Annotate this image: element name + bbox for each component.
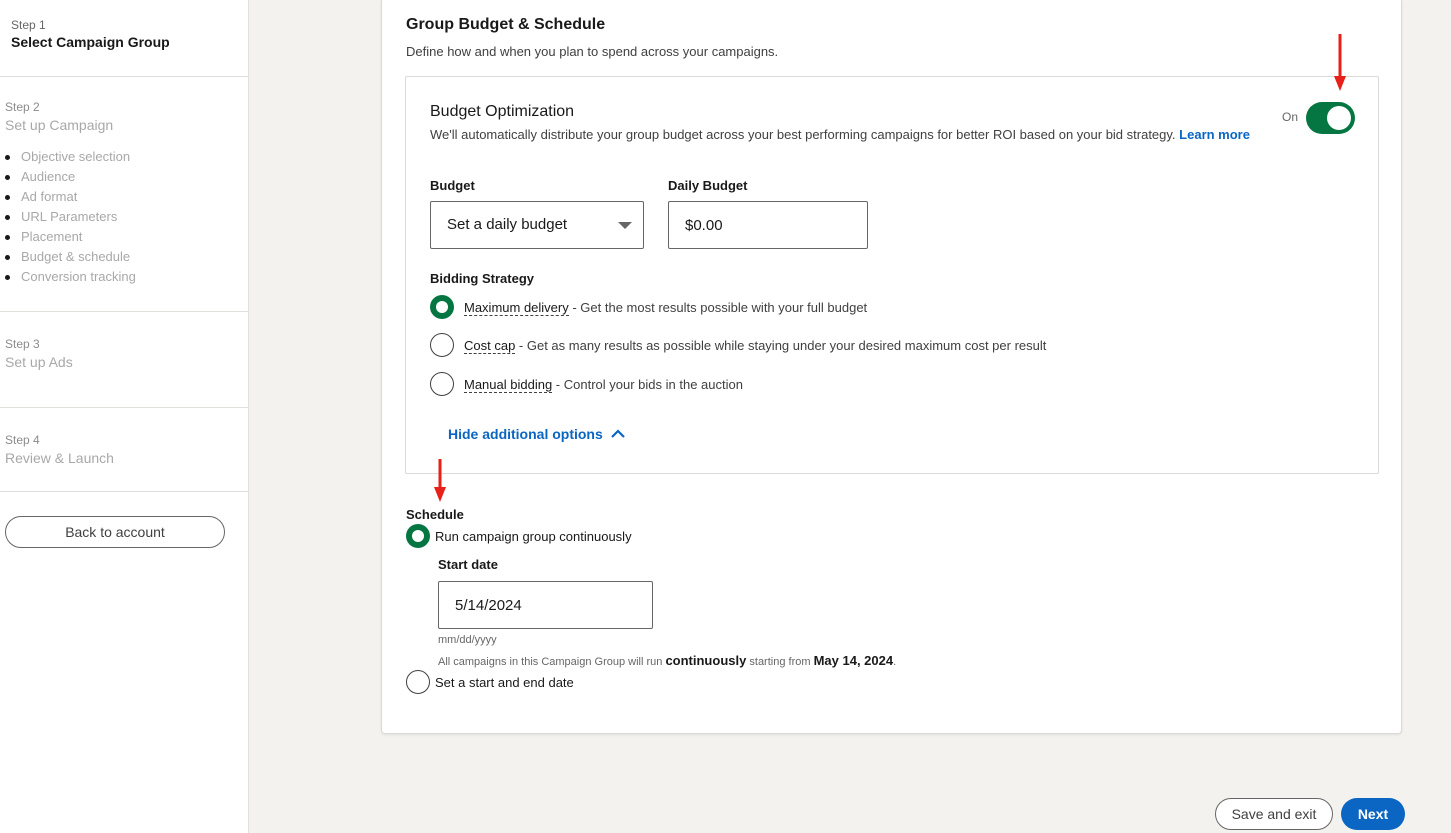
start-date-input[interactable] xyxy=(438,581,653,629)
bidding-option-text: Cost cap - Get as many results as possib… xyxy=(464,337,1047,354)
section-description: Define how and when you plan to spend ac… xyxy=(406,44,779,59)
hide-options-label: Hide additional options xyxy=(448,426,603,442)
sidebar: Step 1 Select Campaign Group Step 2 Set … xyxy=(0,0,249,833)
bidding-option-desc: - Get the most results possible with you… xyxy=(568,299,868,315)
info-prefix: All campaigns in this Campaign Group wil… xyxy=(438,656,666,668)
substep-url-parameters: URL Parameters xyxy=(5,207,248,227)
substep-conversion-tracking: Conversion tracking xyxy=(5,267,248,287)
learn-more-link[interactable]: Learn more xyxy=(1179,127,1250,142)
sidebar-step-2: Step 2 Set up Campaign Objective selecti… xyxy=(0,77,248,312)
step-title: Select Campaign Group xyxy=(11,34,170,50)
back-to-account-button[interactable]: Back to account xyxy=(5,516,225,548)
sidebar-step-4: Step 4 Review & Launch xyxy=(0,408,248,492)
bidding-option-cost-cap[interactable]: Cost cap - Get as many results as possib… xyxy=(430,333,1046,357)
sidebar-step-3: Step 3 Set up Ads xyxy=(0,312,248,408)
caret-down-icon xyxy=(618,222,632,229)
bidding-option-name: Manual bidding xyxy=(464,376,553,393)
chevron-up-icon xyxy=(611,429,625,438)
bidding-option-desc: - Get as many results as possible while … xyxy=(515,337,1047,353)
substep-audience: Audience xyxy=(5,167,248,187)
red-arrow-annotation-icon xyxy=(1334,34,1346,91)
step-number: Step 1 xyxy=(11,18,46,32)
info-mid: starting from xyxy=(746,656,814,668)
schedule-option-label: Run campaign group continuously xyxy=(435,528,632,544)
substep-placement: Placement xyxy=(5,227,248,247)
hide-additional-options-link[interactable]: Hide additional options xyxy=(448,426,625,442)
schedule-label: Schedule xyxy=(406,507,464,522)
substep-objective-selection: Objective selection xyxy=(5,147,248,167)
budget-label: Budget xyxy=(430,178,475,193)
radio-button[interactable] xyxy=(430,333,454,357)
daily-budget-label: Daily Budget xyxy=(668,178,748,193)
step-number: Step 3 xyxy=(5,337,40,351)
red-arrow-annotation-icon xyxy=(434,459,446,502)
toggle-knob xyxy=(1327,106,1351,130)
date-format-hint: mm/dd/yyyy xyxy=(438,634,497,646)
budget-optimization-title: Budget Optimization xyxy=(430,103,575,120)
substep-ad-format: Ad format xyxy=(5,187,248,207)
info-continuously: continuously xyxy=(665,653,747,668)
schedule-option-label: Set a start and end date xyxy=(435,674,574,690)
radio-button-checked[interactable] xyxy=(430,295,454,319)
step-number: Step 2 xyxy=(5,100,40,114)
step-number: Step 4 xyxy=(5,433,40,447)
budget-schedule-card: Group Budget & Schedule Define how and w… xyxy=(381,0,1402,734)
budget-optimization-toggle[interactable] xyxy=(1306,102,1355,134)
radio-button-checked[interactable] xyxy=(406,524,430,548)
daily-budget-input[interactable] xyxy=(668,201,868,249)
next-button[interactable]: Next xyxy=(1341,798,1405,830)
save-and-exit-button[interactable]: Save and exit xyxy=(1215,798,1333,830)
budget-type-select[interactable]: Set a daily budget xyxy=(430,201,644,249)
sidebar-step-1[interactable]: Step 1 Select Campaign Group xyxy=(0,0,248,77)
info-suffix: . xyxy=(893,656,897,668)
schedule-option-continuous[interactable]: Run campaign group continuously xyxy=(406,524,632,548)
bidding-strategy-label: Bidding Strategy xyxy=(430,271,535,286)
bidding-option-name: Cost cap xyxy=(464,337,516,354)
budget-optimization-description: We'll automatically distribute your grou… xyxy=(430,126,1286,144)
bidding-option-manual-bidding[interactable]: Manual bidding - Control your bids in th… xyxy=(430,372,743,396)
info-date: May 14, 2024 xyxy=(813,653,894,668)
schedule-option-start-end[interactable]: Set a start and end date xyxy=(406,670,574,694)
optimization-description-text: We'll automatically distribute your grou… xyxy=(430,127,1176,142)
schedule-info-text: All campaigns in this Campaign Group wil… xyxy=(438,653,896,668)
radio-button[interactable] xyxy=(430,372,454,396)
bidding-option-text: Maximum delivery - Get the most results … xyxy=(464,299,868,316)
substep-list: Objective selection Audience Ad format U… xyxy=(5,147,248,287)
budget-optimization-panel: Budget Optimization We'll automatically … xyxy=(405,76,1379,474)
step-title: Set up Ads xyxy=(5,354,73,370)
step-title: Review & Launch xyxy=(5,450,114,466)
toggle-state-label: On xyxy=(1282,110,1299,124)
budget-type-selected: Set a daily budget xyxy=(447,216,568,233)
bidding-option-name: Maximum delivery xyxy=(464,299,569,316)
section-title: Group Budget & Schedule xyxy=(406,16,606,33)
step-title: Set up Campaign xyxy=(5,117,114,133)
start-date-label: Start date xyxy=(438,557,498,572)
bidding-option-desc: - Control your bids in the auction xyxy=(552,376,743,392)
substep-budget-schedule: Budget & schedule xyxy=(5,247,248,267)
bidding-option-maximum-delivery[interactable]: Maximum delivery - Get the most results … xyxy=(430,295,867,319)
bidding-option-text: Manual bidding - Control your bids in th… xyxy=(464,376,743,393)
radio-button[interactable] xyxy=(406,670,430,694)
